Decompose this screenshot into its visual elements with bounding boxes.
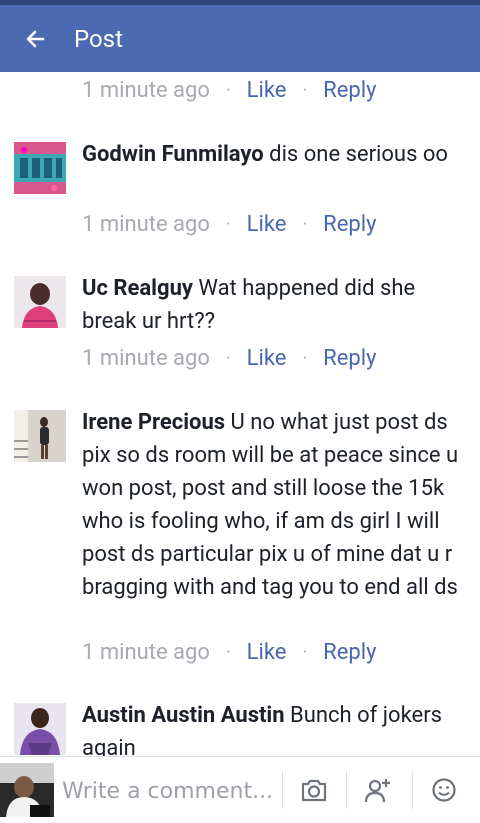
comment-body: Austin Austin Austin Bunch of jokers aga… (82, 699, 462, 756)
separator-dot: · (302, 642, 308, 663)
divider (346, 771, 347, 809)
timestamp: 1 minute ago (82, 212, 210, 237)
timestamp: 1 minute ago (82, 78, 210, 103)
reply-link[interactable]: Reply (323, 212, 376, 237)
avatar[interactable] (14, 703, 66, 755)
comment-meta: 1 minute ago · Like · Reply (82, 640, 377, 665)
comments-list[interactable]: 1 minute ago · Like · Reply Godwin Funmi… (0, 72, 480, 756)
comment-body: Godwin Funmilayo dis one serious oo (82, 138, 462, 171)
reply-link[interactable]: Reply (323, 640, 376, 665)
avatar (0, 763, 54, 817)
smiley-icon (432, 778, 456, 802)
tag-friend-button[interactable] (358, 771, 398, 809)
timestamp: 1 minute ago (82, 640, 210, 665)
avatar[interactable] (14, 276, 66, 328)
camera-icon (301, 779, 327, 802)
separator-dot: · (302, 214, 308, 235)
comment-text: dis one serious oo (263, 142, 448, 167)
comment-composer (0, 756, 480, 823)
comment-body: Irene Precious U no what just post ds pi… (82, 406, 462, 604)
separator-dot: · (225, 214, 231, 235)
like-link[interactable]: Like (247, 212, 287, 237)
like-link[interactable]: Like (247, 640, 287, 665)
comment-body: Uc Realguy Wat happened did she break ur… (82, 272, 462, 338)
app-bar: Post (0, 5, 480, 72)
author-name[interactable]: Godwin Funmilayo (82, 142, 264, 167)
page-title: Post (74, 24, 123, 53)
timestamp: 1 minute ago (82, 346, 210, 371)
author-name[interactable]: Austin Austin Austin (82, 703, 285, 728)
like-link[interactable]: Like (247, 78, 287, 103)
divider (282, 771, 283, 809)
add-friend-icon (364, 779, 390, 803)
separator-dot: · (225, 348, 231, 369)
comment-meta: 1 minute ago · Like · Reply (82, 346, 377, 371)
like-link[interactable]: Like (247, 346, 287, 371)
comment-meta: 1 minute ago · Like · Reply (82, 212, 377, 237)
separator-dot: · (225, 80, 231, 101)
reply-link[interactable]: Reply (323, 346, 376, 371)
camera-button[interactable] (294, 771, 334, 809)
comment-text: U no what just post ds pix so ds room wi… (82, 410, 459, 600)
comment-input[interactable] (60, 771, 279, 811)
back-button[interactable] (0, 5, 70, 72)
avatar[interactable] (14, 410, 66, 462)
separator-dot: · (225, 642, 231, 663)
sticker-button[interactable] (424, 771, 464, 809)
separator-dot: · (302, 348, 308, 369)
author-name[interactable]: Irene Precious (82, 410, 225, 435)
reply-link[interactable]: Reply (323, 78, 376, 103)
author-name[interactable]: Uc Realguy (82, 276, 193, 301)
separator-dot: · (302, 80, 308, 101)
arrow-left-icon (26, 30, 45, 47)
avatar[interactable] (14, 142, 66, 194)
comment-meta: 1 minute ago · Like · Reply (82, 78, 377, 103)
divider (412, 771, 413, 809)
